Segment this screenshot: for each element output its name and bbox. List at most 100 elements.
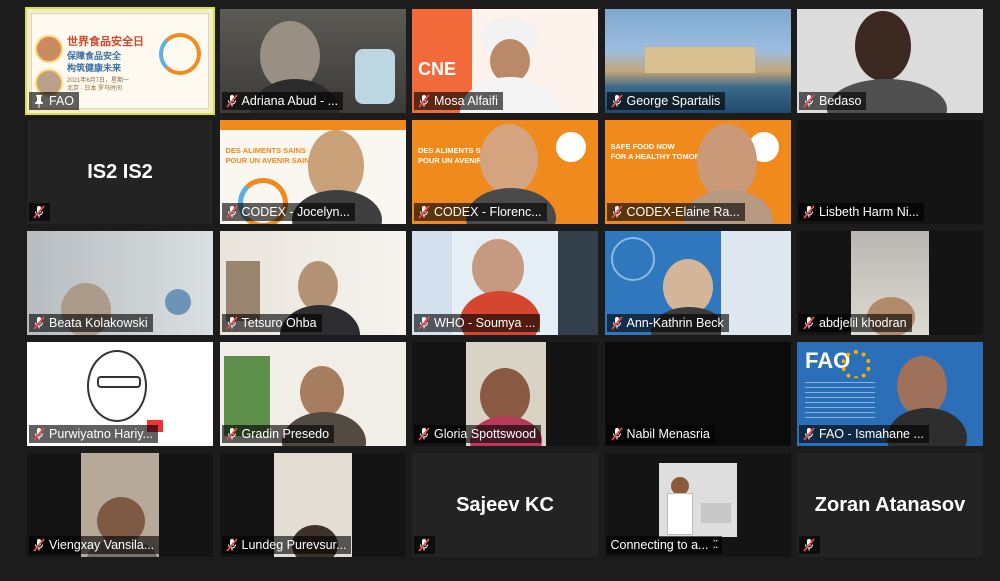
participant-nameplate: FAO - Ismahane ... [799, 425, 929, 443]
muted-mic-icon [610, 205, 623, 219]
slide-title: 世界食品安全日 [67, 36, 144, 48]
participant-name: Mosa Alfaifi [434, 94, 498, 108]
participant-tile[interactable]: Zoran Atanasov [797, 453, 983, 557]
participant-tile[interactable]: Purwiyatno Hariy... [27, 342, 213, 446]
participant-tile[interactable]: Viengxay Vansila... [27, 453, 213, 557]
participant-tile[interactable]: Nabil Menasria [604, 342, 791, 446]
participant-name: Adriana Abud - ... [241, 94, 339, 108]
participant-name: Viengxay Vansila... [49, 538, 155, 552]
participant-tile[interactable]: DES ALIMENTS SAINS POUR UN AVENIR SAIN C… [412, 120, 598, 224]
participant-tile[interactable]: Ann-Kathrin Beck [604, 231, 791, 335]
banner-line-2: POUR UN AVENIR SAIN [225, 156, 310, 165]
participant-nameplate [799, 536, 820, 554]
participant-nameplate: CODEX-Elaine Ra... [606, 203, 745, 221]
participant-name: FAO - Ismahane ... [819, 427, 924, 441]
participant-tile[interactable]: DES ALIMENTS SAINS POUR UN AVENIR SAIN C… [219, 120, 406, 224]
participant-nameplate: Adriana Abud - ... [221, 92, 344, 110]
participant-nameplate: Beata Kolakowski [29, 314, 153, 332]
participant-tile[interactable]: Sajeev KC [412, 453, 598, 557]
muted-mic-icon [803, 205, 815, 219]
slide-line-2: 构筑健康未来 [67, 63, 122, 73]
participant-tile[interactable]: Connecting to a... ⁚⁚ [604, 453, 791, 557]
slide-time: 北京 · 日本 罗马时间 [67, 86, 122, 92]
connecting-spinner-icon: ⁚⁚ [712, 539, 718, 551]
muted-mic-icon [610, 94, 623, 108]
participant-nameplate: Gradin Presedo [221, 425, 335, 443]
muted-mic-icon [803, 94, 815, 108]
participant-tile[interactable]: Gradin Presedo [219, 342, 406, 446]
participant-tile[interactable]: WHO - Soumya ... [412, 231, 598, 335]
participant-name: Gradin Presedo [241, 427, 330, 441]
participant-display-name: IS2 IS2 [87, 160, 153, 183]
participant-nameplate: Nabil Menasria [606, 425, 715, 443]
muted-mic-icon [225, 316, 238, 330]
muted-mic-icon [418, 94, 430, 108]
participant-tile[interactable]: abdjelil khodran [797, 231, 983, 335]
muted-mic-icon [610, 316, 623, 330]
participant-tile[interactable]: SAFE FOOD NOW FOR A HEALTHY TOMORROW COD… [604, 120, 791, 224]
muted-mic-icon [33, 316, 45, 330]
participant-name: FAO [49, 94, 75, 108]
participant-name: CODEX-Elaine Ra... [626, 205, 740, 219]
muted-mic-icon [418, 538, 430, 552]
muted-mic-icon [225, 427, 238, 441]
muted-mic-icon [225, 538, 238, 552]
pin-icon [35, 95, 43, 108]
muted-mic-icon [418, 316, 430, 330]
participant-name: Lundeg Purevsur... [241, 538, 347, 552]
participant-tile[interactable]: Adriana Abud - ... [219, 9, 406, 113]
participant-tile[interactable]: FAO FAO - Ismahane ... [797, 342, 983, 446]
participant-tile[interactable]: CNE Mosa Alfaifi [412, 9, 598, 113]
participant-nameplate: Ann-Kathrin Beck [606, 314, 729, 332]
muted-mic-icon [803, 316, 815, 330]
participant-nameplate: George Spartalis [606, 92, 726, 110]
muted-mic-icon [610, 427, 623, 441]
muted-mic-icon [33, 205, 45, 219]
participant-name: Ann-Kathrin Beck [626, 316, 724, 330]
muted-mic-icon [803, 538, 815, 552]
participant-tile[interactable]: George Spartalis [604, 9, 791, 113]
participant-nameplate: Connecting to a... ⁚⁚ [606, 536, 723, 554]
participant-name: Lisbeth Harm Ni... [819, 205, 920, 219]
participant-tile[interactable]: Lisbeth Harm Ni... [797, 120, 983, 224]
participant-tile[interactable]: 世界食品安全日 保障食品安全 构筑健康未来 2021年6月7日，星期一 北京 ·… [25, 7, 215, 115]
banner-line-1: SAFE FOOD NOW [610, 142, 675, 151]
participant-nameplate: Lundeg Purevsur... [221, 536, 352, 554]
muted-mic-icon [225, 205, 238, 219]
participant-tile[interactable]: Beata Kolakowski [27, 231, 213, 335]
participant-name: abdjelil khodran [819, 316, 907, 330]
participant-tile[interactable]: Tetsuro Ohba [219, 231, 406, 335]
muted-mic-icon [225, 94, 238, 108]
participant-name: Gloria Spottswood [434, 427, 537, 441]
muted-mic-icon [33, 538, 45, 552]
participant-name: Connecting to a... [610, 538, 709, 552]
participant-nameplate: Bedaso [799, 92, 867, 110]
participant-name: Tetsuro Ohba [241, 316, 317, 330]
participant-name: Nabil Menasria [626, 427, 710, 441]
participant-name: WHO - Soumya ... [434, 316, 536, 330]
video-grid: 世界食品安全日 保障食品安全 构筑健康未来 2021年6月7日，星期一 北京 ·… [25, 7, 983, 557]
participant-nameplate [414, 536, 435, 554]
participant-nameplate: Mosa Alfaifi [414, 92, 503, 110]
participant-nameplate: Tetsuro Ohba [221, 314, 322, 332]
participant-nameplate: WHO - Soumya ... [414, 314, 541, 332]
participant-nameplate: abdjelil khodran [799, 314, 912, 332]
participant-nameplate: FAO [29, 92, 80, 110]
participant-name: Bedaso [819, 94, 862, 108]
muted-mic-icon [418, 205, 430, 219]
participant-tile[interactable]: IS2 IS2 [27, 120, 213, 224]
participant-nameplate: Lisbeth Harm Ni... [799, 203, 925, 221]
participant-name: Beata Kolakowski [49, 316, 148, 330]
muted-mic-icon [803, 427, 815, 441]
muted-mic-icon [33, 427, 45, 441]
participant-nameplate: CODEX - Jocelyn... [221, 203, 355, 221]
participant-tile[interactable]: Gloria Spottswood [412, 342, 598, 446]
banner-line-1: DES ALIMENTS SAINS [225, 146, 307, 155]
participant-tile[interactable]: Lundeg Purevsur... [219, 453, 406, 557]
participant-name: CODEX - Jocelyn... [241, 205, 350, 219]
muted-mic-icon [418, 427, 430, 441]
participant-tile[interactable]: Bedaso [797, 9, 983, 113]
participant-display-name: Sajeev KC [456, 493, 554, 516]
participant-nameplate: Gloria Spottswood [414, 425, 542, 443]
participant-display-name: Zoran Atanasov [814, 493, 966, 516]
